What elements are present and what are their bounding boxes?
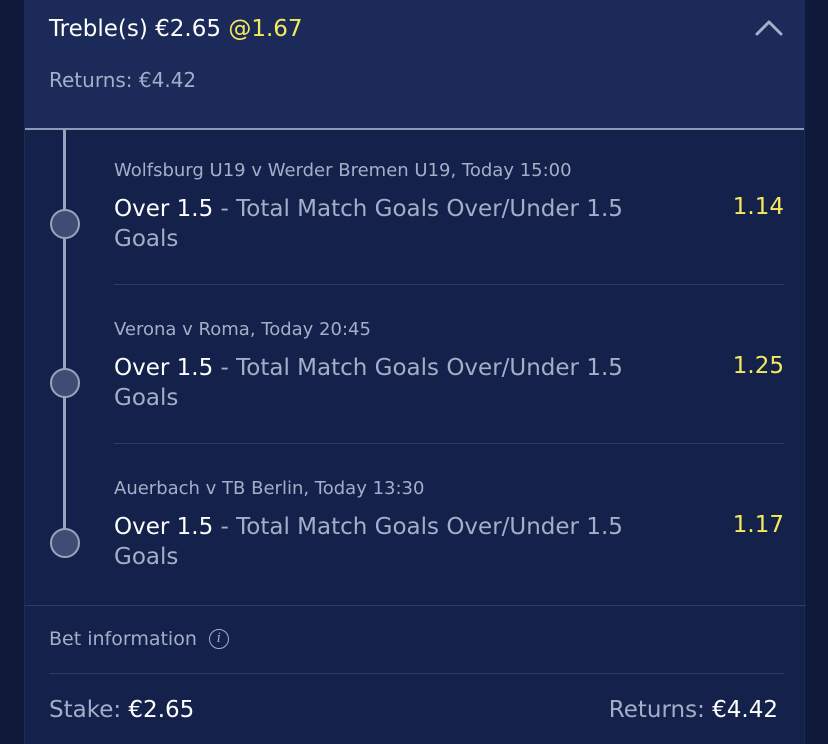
- leg-selection: Over 1.5 - Total Match Goals Over/Under …: [114, 194, 674, 254]
- leg-odds: 1.17: [732, 512, 784, 538]
- returns-label: Returns:: [608, 697, 713, 723]
- divider: [114, 284, 784, 285]
- leg-event: Auerbach v TB Berlin, Today 13:30: [114, 478, 425, 499]
- leg-marker: [50, 528, 80, 558]
- leg-odds: 1.14: [732, 194, 784, 220]
- bet-title-odds: @1.67: [228, 16, 303, 42]
- bet-card: Treble(s) €2.65 @1.67 Returns: €4.42 Wol…: [24, 0, 806, 744]
- bet-header[interactable]: Treble(s) €2.65 @1.67 Returns: €4.42: [25, 0, 804, 130]
- leg-marker: [50, 209, 80, 239]
- returns-value: €4.42: [712, 697, 778, 723]
- leg-marker: [50, 368, 80, 398]
- leg-event: Wolfsburg U19 v Werder Bremen U19, Today…: [114, 160, 572, 181]
- divider: [25, 605, 806, 606]
- stake-label: Stake:: [49, 697, 129, 723]
- stake-value: €2.65: [128, 697, 195, 723]
- stake: Stake: €2.65: [49, 697, 194, 723]
- leg-item: Auerbach v TB Berlin, Today 13:30 Over 1…: [114, 478, 784, 570]
- timeline-line: [63, 130, 66, 542]
- leg-selection: Over 1.5 - Total Match Goals Over/Under …: [114, 512, 674, 572]
- leg-selection-name: Over 1.5: [114, 196, 214, 222]
- chevron-up-icon[interactable]: [753, 16, 785, 40]
- leg-odds: 1.25: [732, 353, 784, 379]
- leg-selection-name: Over 1.5: [114, 355, 214, 381]
- divider: [114, 443, 784, 444]
- bet-information-label: Bet information: [49, 628, 197, 650]
- info-icon[interactable]: i: [208, 629, 229, 649]
- leg-selection-name: Over 1.5: [114, 514, 214, 540]
- bet-title-stake: Treble(s) €2.65: [49, 16, 221, 42]
- bet-title: Treble(s) €2.65 @1.67: [49, 16, 303, 42]
- divider: [49, 673, 784, 674]
- leg-event: Verona v Roma, Today 20:45: [114, 319, 371, 340]
- leg-selection: Over 1.5 - Total Match Goals Over/Under …: [114, 353, 674, 413]
- header-returns: Returns: €4.42: [49, 68, 197, 92]
- leg-item: Wolfsburg U19 v Werder Bremen U19, Today…: [114, 160, 784, 252]
- leg-item: Verona v Roma, Today 20:45 Over 1.5 - To…: [114, 319, 784, 411]
- returns: Returns: €4.42: [609, 697, 778, 723]
- bet-information[interactable]: Bet information i: [49, 628, 229, 650]
